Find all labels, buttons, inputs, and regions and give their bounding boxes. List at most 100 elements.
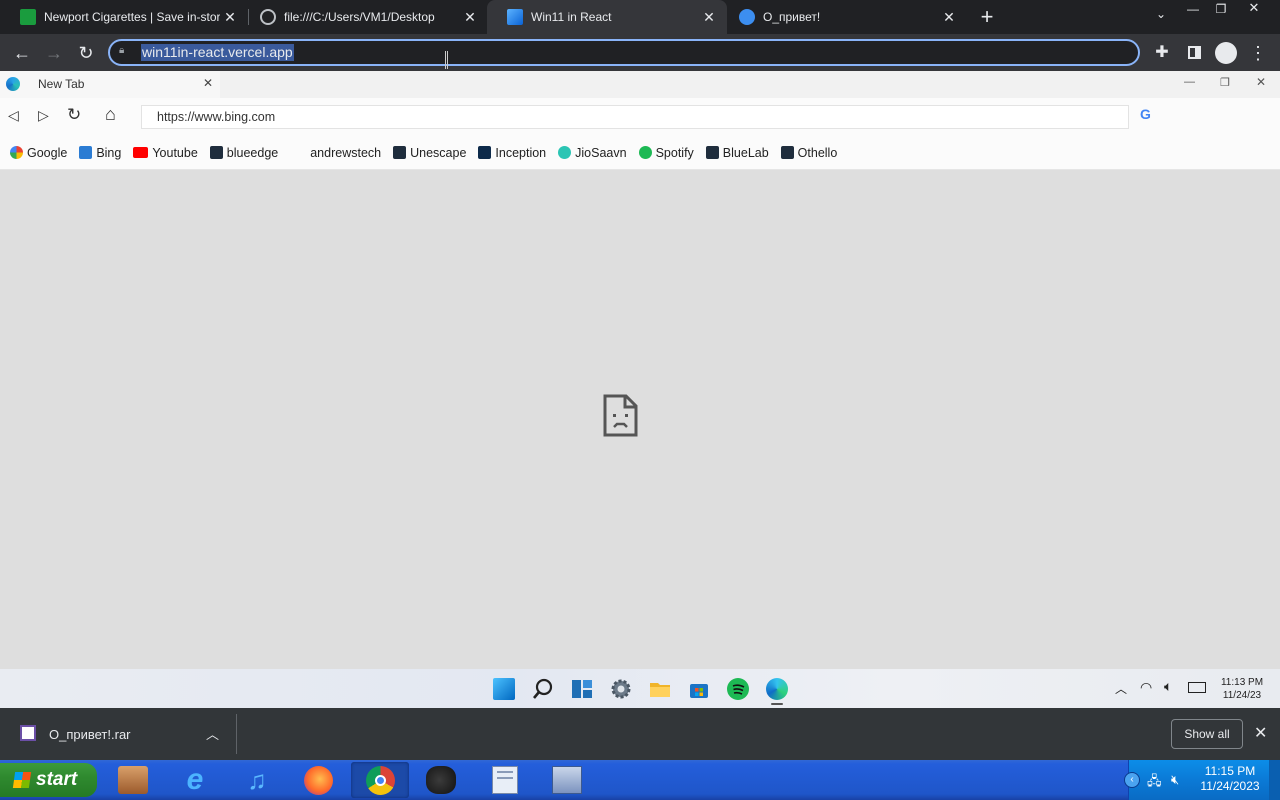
- extensions-icon[interactable]: ✚: [1150, 41, 1174, 65]
- google-icon: [10, 146, 23, 159]
- bookmark-inception[interactable]: Inception: [478, 146, 546, 160]
- bookmark-google[interactable]: Google: [10, 146, 67, 160]
- bookmark-unescape[interactable]: Unescape: [393, 146, 466, 160]
- bookmark-bluelab[interactable]: BlueLab: [705, 145, 769, 160]
- bookmark-label: Bing: [96, 145, 122, 160]
- bookmark-bing[interactable]: Bing: [79, 146, 121, 160]
- reload-icon[interactable]: ↻: [74, 41, 98, 65]
- minimize-icon[interactable]: —: [1184, 76, 1195, 88]
- close-icon[interactable]: ✕: [1254, 723, 1267, 743]
- settings-icon[interactable]: [610, 678, 632, 700]
- windows-logo-icon: [507, 9, 523, 25]
- close-icon[interactable]: ✕: [939, 9, 959, 26]
- show-all-button[interactable]: Show all: [1171, 719, 1243, 749]
- side-panel-icon[interactable]: [1182, 41, 1206, 65]
- close-icon[interactable]: ✕: [460, 9, 480, 26]
- start-icon[interactable]: [493, 678, 515, 700]
- url-text[interactable]: win11in-react.vercel.app: [141, 44, 294, 61]
- edge-icon: [6, 77, 20, 91]
- restore-icon[interactable]: ❐: [1212, 2, 1230, 16]
- forward-icon[interactable]: ▷: [38, 107, 49, 124]
- edge-icon[interactable]: [766, 678, 788, 700]
- bookmark-andrewstech[interactable]: andrewstech: [310, 146, 381, 160]
- lock-icon: 🔒︎: [119, 45, 125, 56]
- bookmark-spotify[interactable]: Spotify: [638, 146, 694, 160]
- xp-clock[interactable]: 11:15 PM 11/24/2023: [1197, 764, 1263, 794]
- close-icon[interactable]: ✕: [1256, 75, 1266, 89]
- maximize-icon[interactable]: ❐: [1220, 76, 1230, 89]
- tray-expand-icon[interactable]: ‹: [1124, 772, 1140, 788]
- jiosaavn-icon: [558, 146, 572, 159]
- bookmark-jiosaavn[interactable]: JioSaavn: [558, 146, 627, 160]
- network-icon[interactable]: 🖧︎: [1147, 772, 1163, 788]
- xp-taskbar-chrome[interactable]: [351, 762, 409, 798]
- bing-icon: [79, 146, 93, 159]
- download-shelf: O_привет!.rar ︿ Show all ✕: [0, 708, 1280, 760]
- volume-muted-icon[interactable]: 🔇︎: [1171, 772, 1187, 787]
- bookmark-blueedge[interactable]: blueedge: [209, 146, 278, 160]
- xp-taskbar-app-1[interactable]: [104, 762, 162, 798]
- window-close-icon[interactable]: ✕: [1245, 0, 1263, 16]
- forward-icon[interactable]: →: [42, 41, 66, 65]
- app-address-input[interactable]: https://www.bing.com: [141, 105, 1129, 129]
- back-icon[interactable]: ◁: [8, 107, 19, 124]
- spotify-icon[interactable]: [727, 678, 749, 700]
- widgets-icon[interactable]: [571, 678, 593, 700]
- tab-search-icon[interactable]: ⌄: [1152, 7, 1170, 27]
- close-icon[interactable]: ✕: [203, 76, 213, 90]
- clock-date: 11/24/2023: [1200, 779, 1260, 793]
- app-tab-bar: New Tab ✕ — ❐ ✕: [0, 71, 1280, 98]
- battery-icon[interactable]: [1188, 682, 1206, 693]
- bookmark-label: Unescape: [410, 145, 467, 160]
- spotify-icon: [638, 146, 652, 159]
- win11-clock[interactable]: 11:13 PM 11/24/23: [1213, 676, 1271, 702]
- menu-icon[interactable]: ⋮: [1246, 41, 1270, 65]
- bookmark-label: Google: [27, 145, 68, 160]
- page-content: New Tab ✕ — ❐ ✕ ◁ ▷ ↻ ⌂ G https://www.bi…: [0, 71, 1280, 669]
- bookmark-label: Youtube: [152, 145, 198, 160]
- xp-taskbar-music[interactable]: ♫: [228, 762, 286, 798]
- tray-chevron-icon[interactable]: ︿: [1115, 680, 1127, 697]
- store-icon[interactable]: [688, 678, 710, 700]
- tab-privet[interactable]: O_привет! ✕: [719, 0, 967, 34]
- download-filename[interactable]: O_привет!.rar: [49, 727, 131, 742]
- xp-taskbar-notepad[interactable]: [476, 762, 534, 798]
- text-cursor: [445, 51, 448, 69]
- chrome-icon: [366, 766, 395, 795]
- show-desktop-button[interactable]: [1269, 760, 1280, 800]
- xp-taskbar-ie[interactable]: e: [166, 762, 224, 798]
- back-icon[interactable]: ←: [10, 41, 34, 65]
- xp-taskbar-app-6[interactable]: [412, 762, 470, 798]
- tab-win11[interactable]: Win11 in React ✕: [487, 0, 727, 34]
- xp-taskbar-firefox[interactable]: [290, 762, 348, 798]
- internet-explorer-icon: e: [186, 763, 204, 796]
- wifi-icon[interactable]: ◠: [1140, 679, 1152, 696]
- globe-icon: [260, 9, 276, 25]
- xp-taskbar-app-8[interactable]: [538, 762, 596, 798]
- google-icon[interactable]: G: [1140, 106, 1151, 122]
- bookmark-label: Othello: [797, 145, 838, 160]
- clock-time: 11:13 PM: [1220, 677, 1264, 688]
- sad-page-icon: [603, 394, 638, 437]
- bookmark-label: BlueLab: [722, 145, 769, 160]
- bookmark-youtube[interactable]: Youtube: [133, 145, 198, 160]
- app-tab[interactable]: New Tab ✕: [0, 71, 220, 98]
- volume-icon[interactable]: 🔈︎: [1164, 678, 1172, 695]
- new-tab-icon[interactable]: +: [977, 6, 997, 28]
- start-button[interactable]: start: [0, 763, 97, 797]
- refresh-icon[interactable]: ↻: [67, 105, 81, 125]
- close-icon[interactable]: ✕: [220, 9, 240, 26]
- search-icon[interactable]: [532, 678, 554, 700]
- close-icon[interactable]: ✕: [699, 9, 719, 26]
- chevron-up-icon[interactable]: ︿: [206, 724, 219, 743]
- bookmark-othello[interactable]: Othello: [780, 145, 838, 160]
- tab-newport[interactable]: Newport Cigarettes | Save in-store v ✕: [0, 0, 248, 34]
- tab-file[interactable]: file:///C:/Users/VM1/Desktop ✕: [240, 0, 488, 34]
- tab-title: file:///C:/Users/VM1/Desktop: [284, 10, 435, 24]
- minimize-icon[interactable]: —: [1184, 2, 1202, 16]
- home-icon[interactable]: ⌂: [105, 104, 116, 125]
- active-app-indicator: [771, 703, 783, 705]
- tab-title: O_привет!: [763, 10, 821, 24]
- profile-avatar[interactable]: [1215, 42, 1237, 64]
- file-explorer-icon[interactable]: [649, 678, 671, 700]
